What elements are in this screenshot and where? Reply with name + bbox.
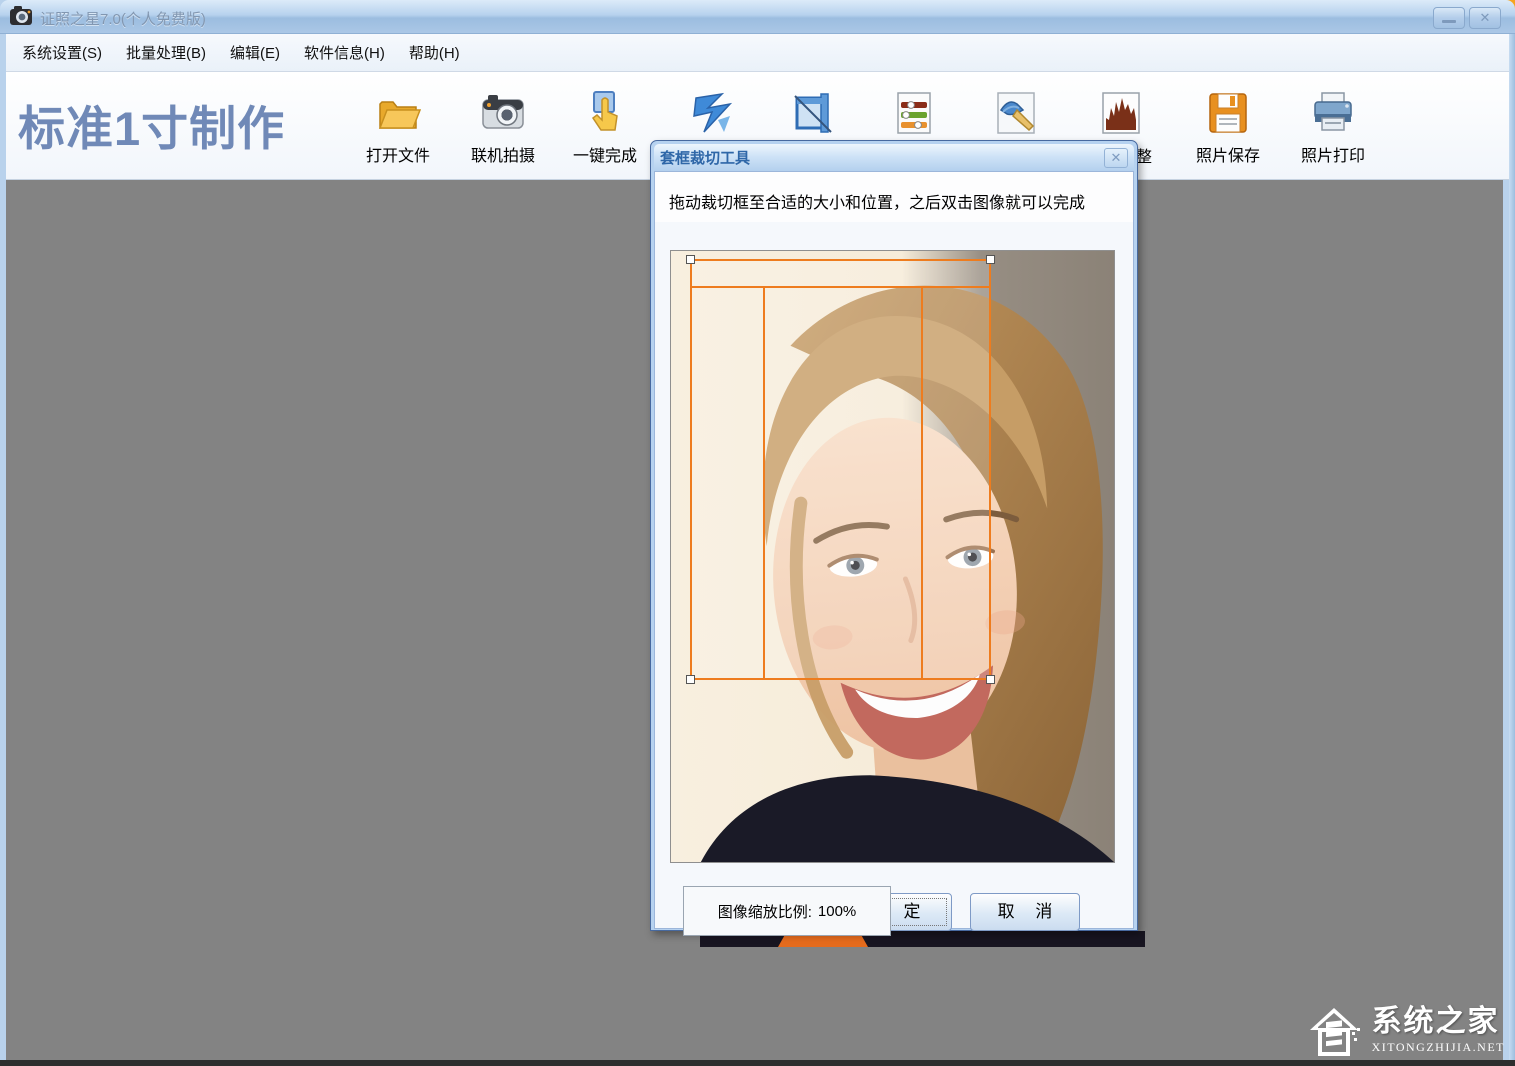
menu-system-settings[interactable]: 系统设置(S) [22,42,102,63]
toolbar-label: 打开文件 [352,142,444,166]
scale-ratio-box: 图像缩放比例: 100% [683,886,891,936]
crop-box[interactable] [690,259,991,680]
dialog-instruction: 拖动裁切框至合适的大小和位置，之后双击图像就可以完成 [655,172,1133,222]
camera-app-icon [10,6,32,26]
toolbar-label: 照片打印 [1287,142,1379,166]
histogram-icon [1098,90,1144,136]
one-click-finish-button[interactable]: 一键完成 [559,90,651,166]
crop-adjust-button[interactable] [768,90,860,136]
watermark-site: XITONGZHIJIA.NET [1372,1041,1505,1053]
dialog-title-bar: 套框裁切工具 ✕ [654,144,1134,171]
window-bottom-edge [0,1060,1515,1066]
menu-batch-process[interactable]: 批量处理(B) [126,42,206,63]
print-photo-button[interactable]: 照片打印 [1287,90,1379,166]
camera-capture-button[interactable]: 联机拍摄 [457,90,549,166]
toolbar-label: 联机拍摄 [457,142,549,166]
dialog-title: 套框裁切工具 [660,147,750,168]
folder-icon [375,90,421,136]
watermark-title: 系统之家 [1372,1007,1505,1037]
scale-ratio-label: 图像缩放比例: [718,901,812,922]
dialog-body: 拖动裁切框至合适的大小和位置，之后双击图像就可以完成 [654,171,1134,929]
dialog-close-button[interactable]: ✕ [1104,148,1128,168]
sliders-icon [891,90,937,136]
histogram-adjust-button[interactable] [1075,90,1167,136]
beautify-button[interactable] [970,90,1062,136]
crop-handle-bottom-right[interactable] [986,675,995,684]
close-button[interactable]: ✕ [1469,7,1501,29]
menu-help[interactable]: 帮助(H) [409,42,460,63]
color-adjust-button[interactable] [868,90,960,136]
toolbar-label: 照片保存 [1182,142,1274,166]
crop-guide-vertical-left [763,286,765,678]
minimize-button[interactable] [1433,7,1465,29]
crop-tool-dialog: 套框裁切工具 ✕ 拖动裁切框至合适的大小和位置，之后双击图像就可以完成 [650,140,1138,931]
crop-ruler-icon [791,90,837,136]
frame-crop-tool-button[interactable] [665,90,757,136]
camera-icon [480,90,526,136]
open-file-button[interactable]: 打开文件 [352,90,444,166]
crop-photo-canvas[interactable] [670,250,1115,863]
toolbar-label: 一键完成 [559,142,651,166]
house-logo-icon [1308,1004,1366,1056]
scale-ratio-value: 100% [818,903,856,920]
cancel-button[interactable]: 取 消 [970,893,1080,931]
menu-edit[interactable]: 编辑(E) [230,42,280,63]
crop-handle-bottom-left[interactable] [686,675,695,684]
toolbar-label-partial: 整 [1136,143,1152,167]
menu-software-info[interactable]: 软件信息(H) [304,42,385,63]
paintbrush-icon [993,90,1039,136]
menu-bar: 系统设置(S) 批量处理(B) 编辑(E) 软件信息(H) 帮助(H) [6,34,1509,72]
printer-icon [1310,90,1356,136]
hand-click-icon [582,90,628,136]
window-title: 证照之星7.0(个人免费版) [40,8,206,29]
crop-guide-vertical-right [921,286,923,678]
crop-handle-top-right[interactable] [986,255,995,264]
frame-crop-tool-icon [688,90,734,136]
watermark: 系统之家 XITONGZHIJIA.NET [1308,1004,1505,1056]
crop-handle-top-left[interactable] [686,255,695,264]
page-title: 标准1寸制作 [18,90,285,159]
window-right-border [1509,34,1515,1060]
application-window: 证照之星7.0(个人免费版) ✕ 系统设置(S) 批量处理(B) 编辑(E) 软… [0,0,1515,1066]
save-photo-button[interactable]: 照片保存 [1182,90,1274,166]
crop-guide-horizontal [692,286,989,288]
save-floppy-icon [1205,90,1251,136]
title-bar: 证照之星7.0(个人免费版) ✕ [0,0,1515,34]
